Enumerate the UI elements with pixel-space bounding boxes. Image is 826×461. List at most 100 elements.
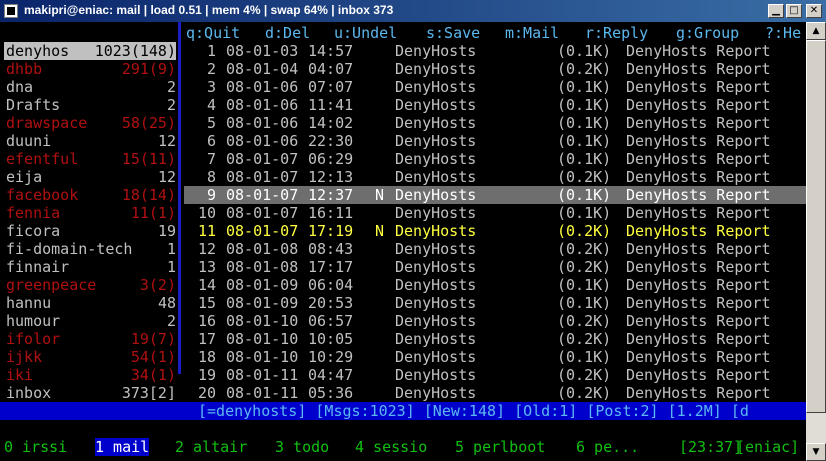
- screen-window-tab[interactable]: 3 todo: [275, 438, 329, 456]
- message-time: 14:02: [308, 114, 354, 132]
- message-size: (0.2K): [557, 258, 612, 276]
- message-from: DenyHosts: [395, 42, 477, 60]
- message-num: 18: [197, 348, 216, 366]
- message-row[interactable]: 2 08-01-04 04:07 DenyHosts (0.2K) DenyHosts R…: [184, 60, 806, 78]
- window-titlebar[interactable]: makipri@eniac: mail | load 0.51 | mem 4%…: [0, 0, 826, 22]
- folder-item[interactable]: finnair 1: [4, 258, 176, 276]
- screen-window-tab[interactable]: 6 pe...: [576, 438, 639, 456]
- help-item-del: d:Del: [265, 24, 311, 42]
- message-num: 4: [206, 96, 216, 114]
- message-row[interactable]: 11 08-01-07 17:19 N DenyHosts (0.2K) DenyHosts…: [184, 222, 806, 240]
- message-row[interactable]: 18 08-01-10 10:29 DenyHosts (0.1K) DenyHosts …: [184, 348, 806, 366]
- message-row[interactable]: 12 08-01-08 08:43 DenyHosts (0.2K) DenyHosts …: [184, 240, 806, 258]
- scroll-down-button[interactable]: ▼: [806, 443, 826, 461]
- folder-item[interactable]: dhbb 291(9): [4, 60, 176, 78]
- message-size: (0.1K): [557, 150, 612, 168]
- message-row[interactable]: 15 08-01-09 20:53 DenyHosts (0.1K) DenyHosts …: [184, 294, 806, 312]
- folder-item[interactable]: greenpeace 3(2): [4, 276, 176, 294]
- message-row[interactable]: 8 08-01-07 12:13 DenyHosts (0.2K) DenyHosts R…: [184, 168, 806, 186]
- folder-item[interactable]: iki 34(1): [4, 366, 176, 384]
- message-row[interactable]: 6 08-01-06 22:30 DenyHosts (0.1K) DenyHosts R…: [184, 132, 806, 150]
- help-item-undel: u:Undel: [334, 24, 398, 42]
- message-from: DenyHosts: [395, 348, 477, 366]
- message-date: 08-01-10: [226, 348, 299, 366]
- message-from: DenyHosts: [395, 186, 477, 204]
- message-date: 08-01-10: [226, 312, 299, 330]
- folder-item[interactable]: inbox 373[2]: [4, 384, 176, 402]
- message-row[interactable]: 10 08-01-07 16:11 DenyHosts (0.1K) DenyHosts …: [184, 204, 806, 222]
- terminal-app-icon[interactable]: [4, 4, 18, 18]
- folder-name: humour: [6, 312, 61, 330]
- folder-item[interactable]: hannu 48: [4, 294, 176, 312]
- screen-window-tab[interactable]: 1 mail: [95, 438, 150, 456]
- minimize-button[interactable]: ▁: [768, 4, 784, 18]
- folder-item[interactable]: fi-domain-tech 1: [4, 240, 176, 258]
- folder-item[interactable]: ijkk 54(1): [4, 348, 176, 366]
- folder-name: fi-domain-tech: [6, 240, 133, 258]
- message-date: 08-01-10: [226, 330, 299, 348]
- folder-item[interactable]: duuni 12: [4, 132, 176, 150]
- folder-item[interactable]: ifolor 19(7): [4, 330, 176, 348]
- message-size: (0.2K): [557, 384, 612, 402]
- screen-window-tab[interactable]: 2 altair: [175, 438, 247, 456]
- folder-item[interactable]: efentful 15(11): [4, 150, 176, 168]
- message-size: (0.1K): [557, 348, 612, 366]
- message-row[interactable]: 4 08-01-06 11:41 DenyHosts (0.1K) DenyHosts R…: [184, 96, 806, 114]
- folder-count: 11(1): [130, 204, 176, 222]
- screen-window-tab[interactable]: 5 perlboot: [455, 438, 545, 456]
- message-row[interactable]: 16 08-01-10 06:57 DenyHosts (0.2K) DenyHosts …: [184, 312, 806, 330]
- message-row[interactable]: 17 08-01-10 10:05 DenyHosts (0.2K) DenyHosts …: [184, 330, 806, 348]
- message-num: 20: [197, 384, 216, 402]
- terminal-screen[interactable]: q:Quit d:Del u:Undel s:Save m:Mail r:Reply g:G…: [0, 22, 806, 461]
- folder-list[interactable]: denyhos 1023(148) dhbb 291(9) dna 2 Drafts 2 dra…: [4, 42, 176, 402]
- folder-name: inbox: [6, 384, 52, 402]
- folder-item[interactable]: fennia 11(1): [4, 204, 176, 222]
- folder-count: 373[2]: [121, 384, 176, 402]
- message-date: 08-01-09: [226, 276, 299, 294]
- message-index[interactable]: 1 08-01-03 14:57 DenyHosts (0.1K) DenyHosts R…: [184, 42, 806, 402]
- message-size: (0.1K): [557, 186, 612, 204]
- screen-window-tab[interactable]: [eniac]: [736, 438, 799, 456]
- message-row[interactable]: 3 08-01-06 07:07 DenyHosts (0.1K) DenyHosts R…: [184, 78, 806, 96]
- close-button[interactable]: ✕: [806, 4, 822, 18]
- sidebar-divider: [178, 22, 181, 374]
- message-from: DenyHosts: [395, 240, 477, 258]
- folder-item[interactable]: eija 12: [4, 168, 176, 186]
- message-row[interactable]: 13 08-01-08 17:17 DenyHosts (0.2K) DenyHosts …: [184, 258, 806, 276]
- message-num: 19: [197, 366, 216, 384]
- message-row[interactable]: 5 08-01-06 14:02 DenyHosts (0.1K) DenyHosts R…: [184, 114, 806, 132]
- folder-item[interactable]: Drafts 2: [4, 96, 176, 114]
- scroll-thumb[interactable]: [806, 40, 826, 413]
- vertical-scrollbar[interactable]: ▲ ▼: [806, 22, 826, 461]
- message-size: (0.1K): [557, 114, 612, 132]
- folder-count: 1: [166, 258, 176, 276]
- message-subject: DenyHosts Report: [626, 132, 771, 150]
- maximize-button[interactable]: □: [786, 4, 802, 18]
- message-time: 17:19: [308, 222, 354, 240]
- folder-count: 48: [157, 294, 176, 312]
- message-row[interactable]: 9 08-01-07 12:37 N DenyHosts (0.1K) DenyHosts …: [184, 186, 806, 204]
- message-row[interactable]: 7 08-01-07 06:29 DenyHosts (0.1K) DenyHosts R…: [184, 150, 806, 168]
- folder-item[interactable]: dna 2: [4, 78, 176, 96]
- screen-window-bar[interactable]: 0 irssi 1 mail 2 altair 3 todo 4 sessio 5 per…: [0, 438, 806, 456]
- folder-item[interactable]: facebook 18(14): [4, 186, 176, 204]
- scroll-up-button[interactable]: ▲: [806, 22, 826, 40]
- folder-item[interactable]: drawspace 58(25): [4, 114, 176, 132]
- folder-item[interactable]: denyhos 1023(148): [4, 42, 176, 60]
- message-num: 10: [197, 204, 216, 222]
- message-row[interactable]: 19 08-01-11 04:47 DenyHosts (0.2K) DenyHosts …: [184, 366, 806, 384]
- folder-item[interactable]: ficora 19: [4, 222, 176, 240]
- message-date: 08-01-06: [226, 78, 299, 96]
- message-size: (0.2K): [557, 240, 612, 258]
- message-row[interactable]: 14 08-01-09 06:04 DenyHosts (0.1K) DenyHosts …: [184, 276, 806, 294]
- message-date: 08-01-06: [226, 96, 299, 114]
- message-row[interactable]: 1 08-01-03 14:57 DenyHosts (0.1K) DenyHosts R…: [184, 42, 806, 60]
- message-subject: DenyHosts Report: [626, 330, 771, 348]
- help-bar: q:Quit d:Del u:Undel s:Save m:Mail r:Reply g:G…: [0, 24, 806, 42]
- screen-window-tab[interactable]: 0 irssi: [4, 438, 67, 456]
- screen-window-tab[interactable]: [23:37]: [679, 438, 742, 456]
- message-from: DenyHosts: [395, 222, 477, 240]
- message-row[interactable]: 20 08-01-11 05:36 DenyHosts (0.2K) DenyHosts …: [184, 384, 806, 402]
- screen-window-tab[interactable]: 4 sessio: [355, 438, 427, 456]
- folder-item[interactable]: humour 2: [4, 312, 176, 330]
